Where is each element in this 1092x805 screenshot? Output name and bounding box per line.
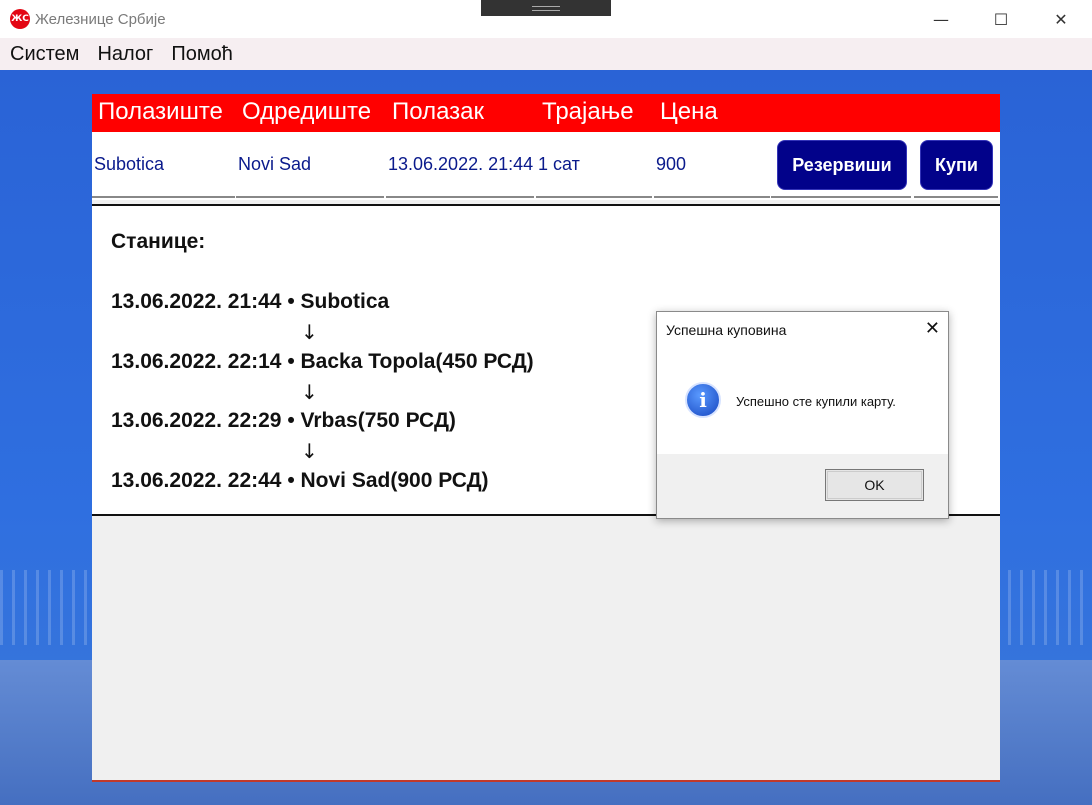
station-stop: 13.06.2022. 22:14 • Backa Topola(450 РСД… (111, 350, 534, 373)
menu-account[interactable]: Налог (97, 43, 153, 66)
table-header: Полазиште Одредиште Полазак Трајање Цена (92, 94, 1000, 132)
maximize-button[interactable]: ☐ (978, 0, 1024, 38)
header-price: Цена (660, 98, 718, 125)
ok-button[interactable]: OK (825, 469, 924, 501)
reserve-button[interactable]: Резервиши (777, 140, 907, 190)
station-stop: 13.06.2022. 21:44 • Subotica (111, 290, 390, 313)
window-drag-handle[interactable] (481, 0, 611, 16)
stations-title: Станице: (111, 230, 206, 253)
table-row: Subotica Novi Sad 13.06.2022. 21:44 1 са… (92, 132, 1000, 200)
down-arrow-icon: ↓ (301, 320, 318, 344)
close-button[interactable]: ✕ (1038, 0, 1084, 38)
menu-system[interactable]: Систем (10, 43, 79, 66)
menu-bar: Систем Налог Помоћ (0, 38, 1092, 70)
cell-destination: Novi Sad (236, 132, 384, 198)
station-stop: 13.06.2022. 22:29 • Vrbas(750 РСД) (111, 409, 456, 432)
cell-price: 900 (654, 132, 770, 198)
minimize-button[interactable]: — (918, 0, 964, 38)
station-stop: 13.06.2022. 22:44 • Novi Sad(900 РСД) (111, 469, 489, 492)
cell-duration: 1 сат (536, 132, 652, 198)
menu-help[interactable]: Помоћ (171, 43, 233, 66)
cell-origin: Subotica (92, 132, 235, 198)
header-departure: Полазак (392, 98, 485, 125)
dialog-title: Успешна куповина (666, 322, 787, 338)
down-arrow-icon: ↓ (301, 439, 318, 463)
purchase-success-dialog: Успешна куповина ✕ i Успешно сте купили … (656, 311, 949, 519)
app-logo: ЖС (10, 9, 30, 29)
header-destination: Одредиште (242, 98, 372, 125)
window-title: Железнице Србије (35, 10, 166, 28)
header-duration: Трајање (542, 98, 634, 125)
buy-button[interactable]: Купи (920, 140, 993, 190)
info-icon: i (685, 382, 721, 418)
title-bar: ЖС Железнице Србије — ☐ ✕ (0, 0, 1092, 38)
cell-departure: 13.06.2022. 21:44 (386, 132, 534, 198)
dialog-footer: OK (657, 454, 948, 518)
down-arrow-icon: ↓ (301, 380, 318, 404)
dialog-message: Успешно сте купили карту. (736, 394, 896, 409)
dialog-close-icon[interactable]: ✕ (925, 318, 940, 339)
header-origin: Полазиште (98, 98, 223, 125)
